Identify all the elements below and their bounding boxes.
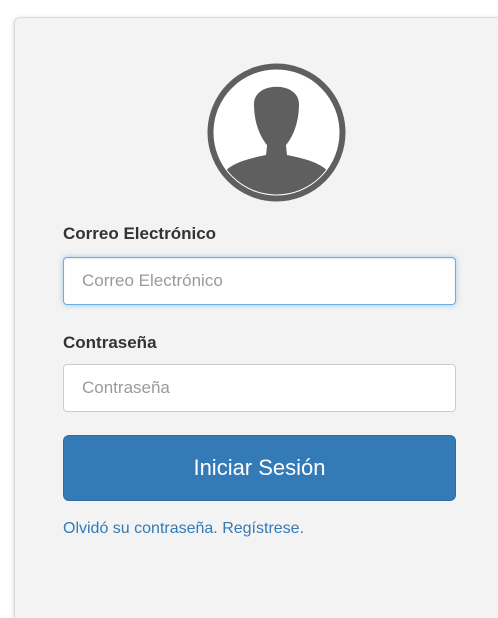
- login-button[interactable]: Iniciar Sesión: [63, 435, 456, 501]
- password-input[interactable]: [63, 364, 456, 412]
- user-avatar-icon: [207, 63, 346, 202]
- email-input[interactable]: [63, 257, 456, 305]
- password-label: Contraseña: [63, 333, 157, 352]
- account-links: Olvidó su contraseña. Regístrese.: [63, 520, 304, 538]
- email-label: Correo Electrónico: [63, 224, 217, 243]
- register-link[interactable]: Regístrese.: [222, 520, 304, 537]
- forgot-password-link[interactable]: Olvidó su contraseña.: [63, 520, 218, 537]
